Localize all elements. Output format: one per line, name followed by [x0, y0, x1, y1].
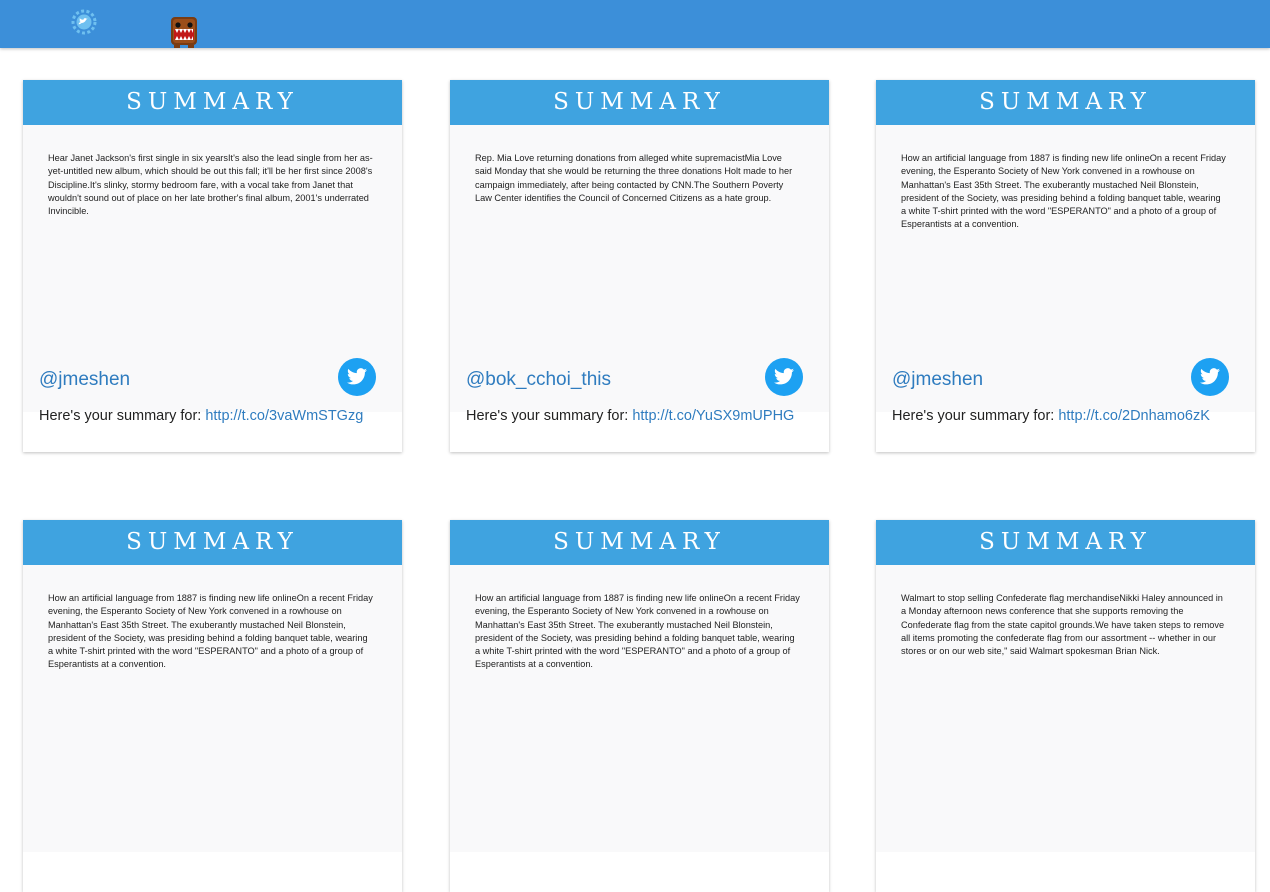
card-title: SUMMARY	[450, 80, 829, 125]
summary-card: SUMMARY Rep. Mia Love returning donation…	[450, 80, 829, 452]
card-title: SUMMARY	[23, 520, 402, 565]
summary-card: SUMMARY Walmart to stop selling Confeder…	[876, 520, 1255, 892]
summary-line: Here's your summary for: http://t.co/2Dn…	[892, 408, 1210, 424]
card-title: SUMMARY	[450, 520, 829, 565]
twitter-handle-link[interactable]: @jmeshen	[39, 369, 130, 391]
summary-line: Here's your summary for: http://t.co/3va…	[39, 408, 363, 424]
card-title: SUMMARY	[876, 520, 1255, 565]
summary-text: Walmart to stop selling Confederate flag…	[901, 593, 1225, 657]
summary-text: Rep. Mia Love returning donations from a…	[475, 153, 793, 203]
summary-card: SUMMARY How an artificial language from …	[450, 520, 829, 892]
twitter-button[interactable]	[765, 358, 803, 396]
summary-prefix: Here's your summary for:	[39, 408, 206, 424]
top-bar	[0, 0, 1270, 48]
twitter-bird-gear-icon[interactable]	[69, 8, 99, 36]
twitter-handle-link[interactable]: @bok_cchoi_this	[466, 369, 611, 391]
twitter-handle-link[interactable]: @jmeshen	[892, 369, 983, 391]
twitter-bird-icon	[347, 368, 367, 385]
summary-text: How an artificial language from 1887 is …	[901, 153, 1226, 230]
summary-text: How an artificial language from 1887 is …	[475, 593, 800, 670]
twitter-bird-icon	[1200, 368, 1220, 385]
twitter-button[interactable]	[338, 358, 376, 396]
twitter-bird-icon	[774, 368, 794, 385]
card-title: SUMMARY	[876, 80, 1255, 125]
card-body: Walmart to stop selling Confederate flag…	[876, 565, 1255, 852]
summary-line: Here's your summary for: http://t.co/YuS…	[466, 408, 794, 424]
twitter-button[interactable]	[1191, 358, 1229, 396]
summary-card: SUMMARY How an artificial language from …	[876, 80, 1255, 452]
card-body: How an artificial language from 1887 is …	[450, 565, 829, 852]
summary-link[interactable]: http://t.co/YuSX9mUPHG	[632, 408, 794, 424]
card-body: How an artificial language from 1887 is …	[23, 565, 402, 852]
summary-card: SUMMARY How an artificial language from …	[23, 520, 402, 892]
summary-link[interactable]: http://t.co/2Dnhamo6zK	[1058, 408, 1210, 424]
summary-card: SUMMARY Hear Janet Jackson's first singl…	[23, 80, 402, 452]
summary-link[interactable]: http://t.co/3vaWmSTGzg	[205, 408, 363, 424]
summary-text: Hear Janet Jackson's first single in six…	[48, 153, 373, 217]
summary-prefix: Here's your summary for:	[466, 408, 633, 424]
card-title: SUMMARY	[23, 80, 402, 125]
summary-prefix: Here's your summary for:	[892, 408, 1059, 424]
domo-mascot-icon	[171, 17, 197, 48]
summary-text: How an artificial language from 1887 is …	[48, 593, 373, 670]
